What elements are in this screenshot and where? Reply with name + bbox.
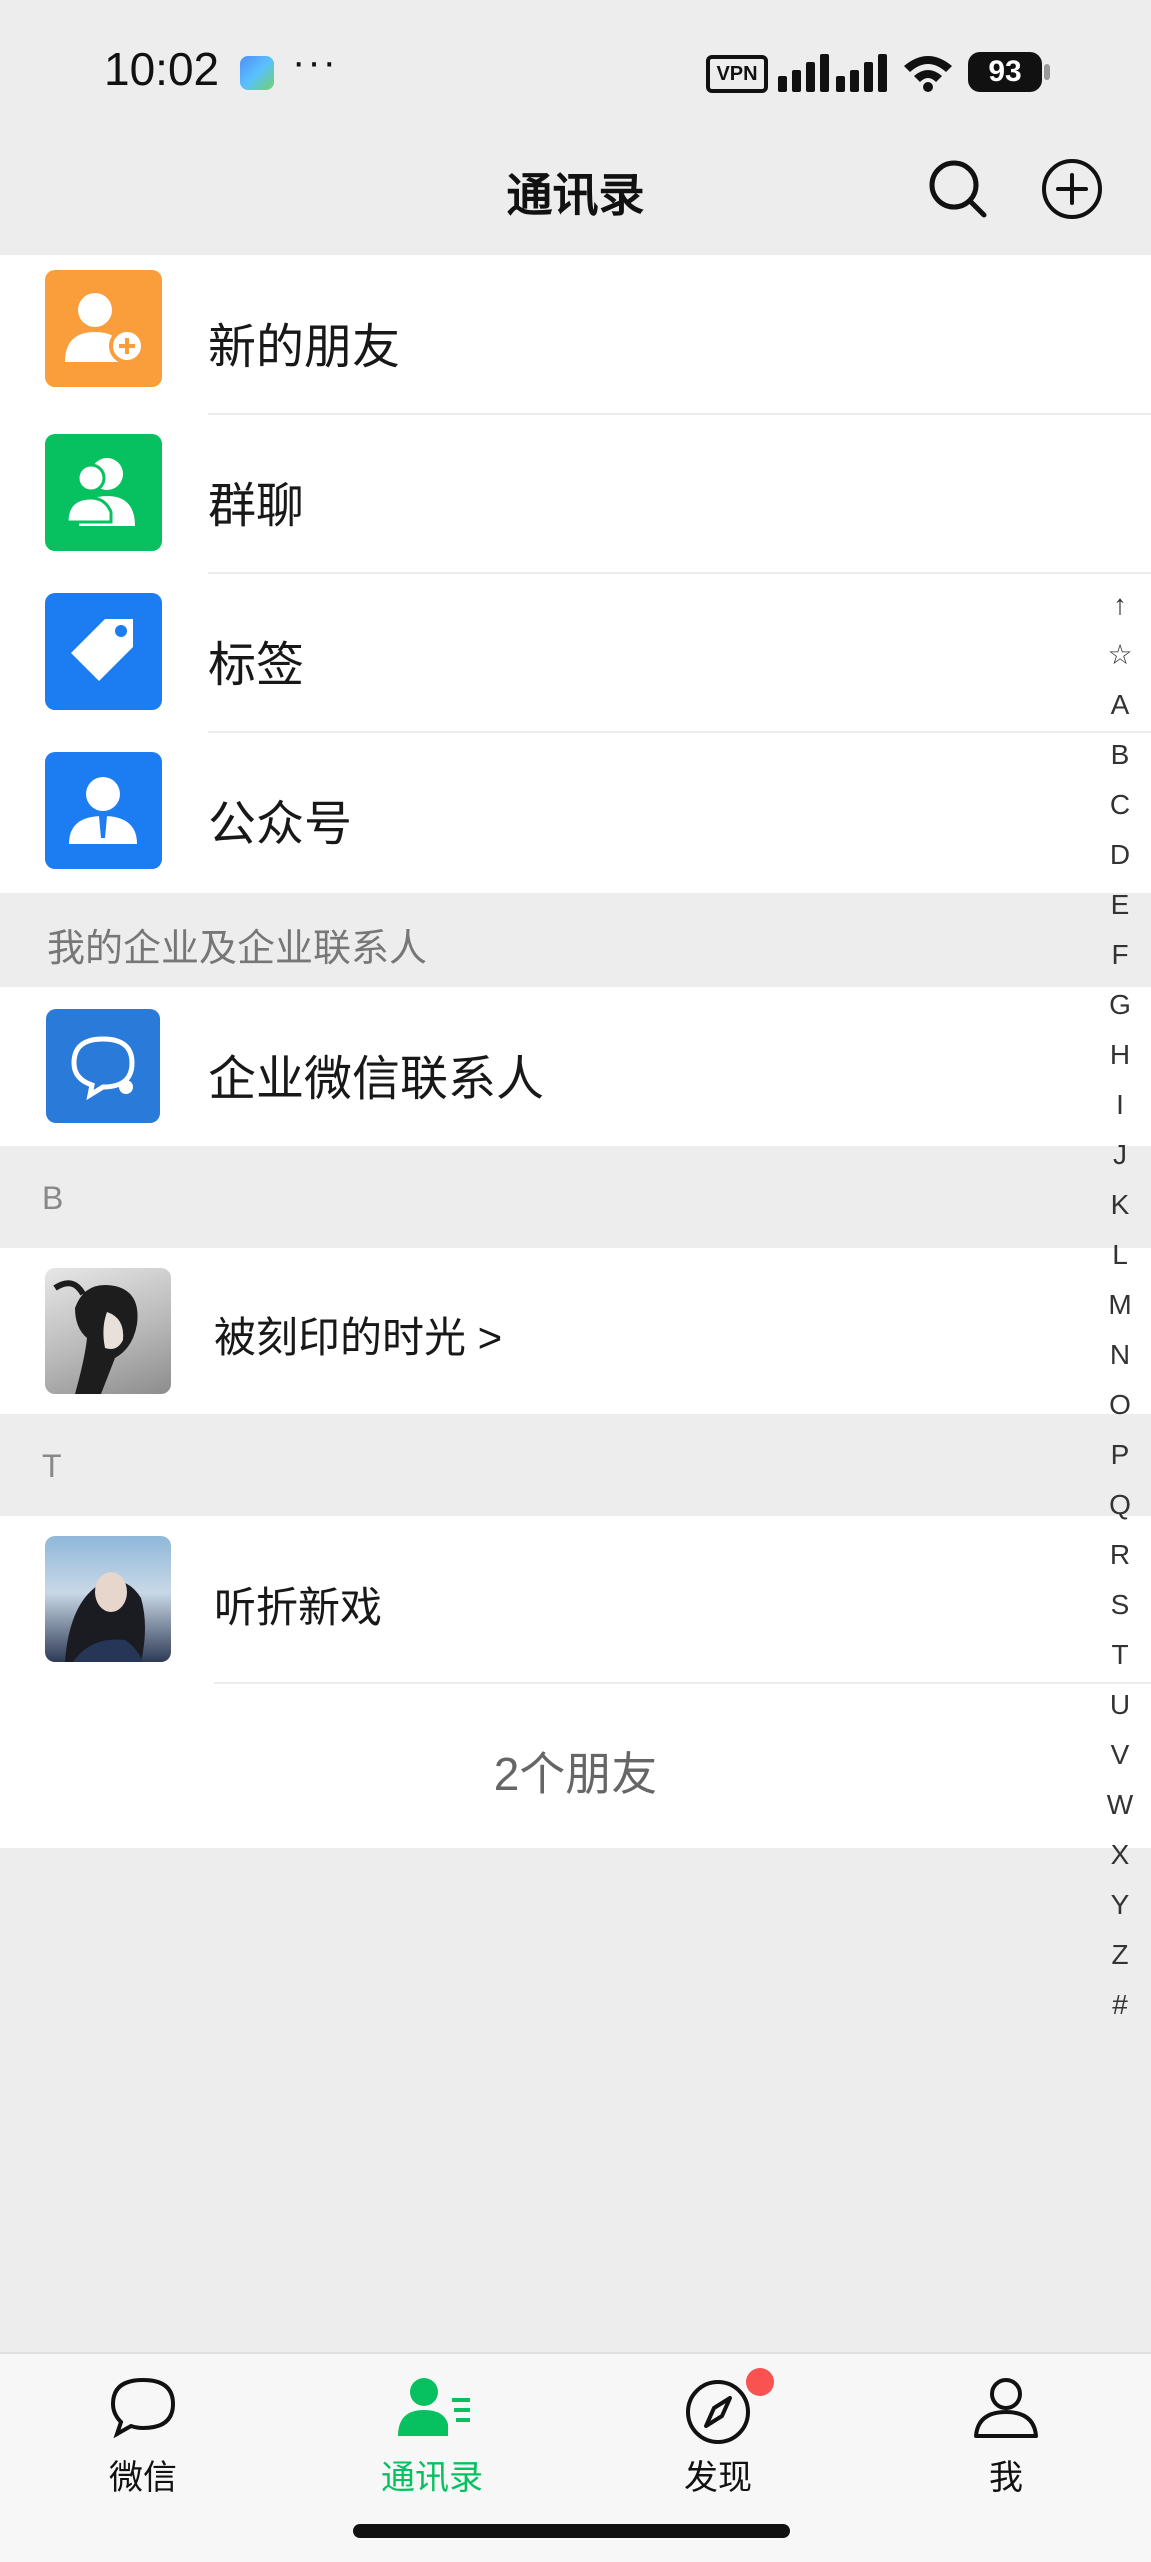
index-letter[interactable]: ☆ bbox=[1100, 630, 1140, 680]
index-letter[interactable]: E bbox=[1100, 880, 1140, 930]
index-letter[interactable]: T bbox=[1100, 1630, 1140, 1680]
status-bar: 10:02 ··· VPN 93 bbox=[0, 0, 1151, 135]
nav-bar: 通讯录 bbox=[0, 135, 1151, 255]
group-chat-row[interactable]: 群聊 bbox=[0, 414, 1151, 574]
signal-icon bbox=[778, 54, 887, 92]
index-letter[interactable]: # bbox=[1100, 1980, 1140, 2030]
group-chat-label: 群聊 bbox=[208, 480, 305, 533]
friend-count: 2个朋友 bbox=[493, 1748, 658, 1800]
new-friend-icon bbox=[45, 270, 162, 387]
index-letter[interactable]: X bbox=[1100, 1830, 1140, 1880]
index-letter[interactable]: D bbox=[1100, 830, 1140, 880]
profile-icon bbox=[974, 2378, 1038, 2438]
contact-name: 被刻印的时光 > bbox=[214, 1314, 503, 1361]
index-letter[interactable]: ↑ bbox=[1100, 580, 1140, 630]
app-notification-icon bbox=[240, 56, 274, 90]
contact-row[interactable]: 听折新戏 bbox=[0, 1516, 1151, 1684]
index-letter[interactable]: M bbox=[1100, 1280, 1140, 1330]
index-letter[interactable]: W bbox=[1100, 1780, 1140, 1830]
contact-section-b: 被刻印的时光 > bbox=[0, 1248, 1151, 1414]
group-letter: T bbox=[42, 1448, 62, 1484]
tags-label: 标签 bbox=[208, 639, 305, 692]
chat-bubble-icon bbox=[110, 2377, 176, 2439]
index-letter[interactable]: H bbox=[1100, 1030, 1140, 1080]
wecom-contacts-label: 企业微信联系人 bbox=[208, 1053, 545, 1106]
avatar bbox=[45, 1268, 171, 1394]
home-indicator bbox=[353, 2524, 790, 2538]
tab-chats[interactable]: 微信 bbox=[53, 2354, 233, 2524]
tab-label: 发现 bbox=[684, 2459, 752, 2497]
official-accounts-label: 公众号 bbox=[208, 798, 353, 851]
tags-row[interactable]: 标签 bbox=[0, 573, 1151, 733]
contact-name: 听折新戏 bbox=[214, 1584, 383, 1631]
tab-label: 我 bbox=[989, 2459, 1023, 2497]
index-letter[interactable]: J bbox=[1100, 1130, 1140, 1180]
wifi-icon bbox=[904, 56, 952, 92]
vpn-icon: VPN bbox=[706, 55, 768, 93]
contact-row[interactable]: 被刻印的时光 > bbox=[0, 1248, 1151, 1414]
group-header-t: T bbox=[0, 1414, 1151, 1516]
index-letter[interactable]: O bbox=[1100, 1380, 1140, 1430]
index-letter[interactable]: C bbox=[1100, 780, 1140, 830]
index-letter[interactable]: L bbox=[1100, 1230, 1140, 1280]
tab-label: 通讯录 bbox=[381, 2459, 483, 2497]
official-account-icon bbox=[45, 752, 162, 869]
alphabet-index[interactable]: ↑ ☆ A B C D E F G H I J K L M N O P Q R S T U V W X Y Z # bbox=[1100, 580, 1140, 2030]
index-letter[interactable]: Y bbox=[1100, 1880, 1140, 1930]
index-letter[interactable]: G bbox=[1100, 980, 1140, 1030]
index-letter[interactable]: R bbox=[1100, 1530, 1140, 1580]
enterprise-section: 企业微信联系人 bbox=[0, 987, 1151, 1146]
add-icon[interactable] bbox=[1040, 157, 1104, 221]
enterprise-section-header: 我的企业及企业联系人 bbox=[0, 893, 1151, 987]
new-friends-row[interactable]: 新的朋友 bbox=[0, 255, 1151, 415]
contact-section-t: 听折新戏 2个朋友 bbox=[0, 1516, 1151, 1848]
avatar bbox=[45, 1536, 171, 1662]
tab-me[interactable]: 我 bbox=[916, 2354, 1096, 2524]
new-friends-label: 新的朋友 bbox=[208, 321, 401, 374]
index-letter[interactable]: A bbox=[1100, 680, 1140, 730]
index-letter[interactable]: Q bbox=[1100, 1480, 1140, 1530]
tab-label: 微信 bbox=[109, 2459, 177, 2497]
index-letter[interactable]: K bbox=[1100, 1180, 1140, 1230]
index-letter[interactable]: Z bbox=[1100, 1930, 1140, 1980]
index-letter[interactable]: F bbox=[1100, 930, 1140, 980]
discover-badge bbox=[746, 2368, 774, 2396]
group-chat-icon bbox=[45, 434, 162, 551]
index-letter[interactable]: B bbox=[1100, 730, 1140, 780]
wecom-contacts-row[interactable]: 企业微信联系人 bbox=[0, 987, 1151, 1146]
search-icon[interactable] bbox=[926, 157, 990, 221]
index-letter[interactable]: I bbox=[1100, 1080, 1140, 1130]
wecom-contact-icon bbox=[46, 1009, 160, 1123]
index-letter[interactable]: P bbox=[1100, 1430, 1140, 1480]
enterprise-header-text: 我的企业及企业联系人 bbox=[47, 928, 428, 970]
battery-tip bbox=[1044, 64, 1050, 80]
index-letter[interactable]: U bbox=[1100, 1680, 1140, 1730]
group-letter: B bbox=[42, 1180, 64, 1216]
tab-discover[interactable]: 发现 bbox=[628, 2354, 808, 2524]
official-accounts-row[interactable]: 公众号 bbox=[0, 732, 1151, 891]
compass-icon bbox=[686, 2380, 750, 2444]
status-time: 10:02 bbox=[104, 43, 220, 95]
index-letter[interactable]: S bbox=[1100, 1580, 1140, 1630]
contacts-icon bbox=[398, 2378, 470, 2436]
tag-icon bbox=[45, 593, 162, 710]
battery-icon: 93 bbox=[968, 52, 1042, 92]
status-more-indicator: ··· bbox=[292, 40, 338, 84]
divider bbox=[214, 1682, 1151, 1684]
menu-section: 新的朋友 群聊 标签 公众号 bbox=[0, 255, 1151, 893]
tab-contacts[interactable]: 通讯录 bbox=[342, 2354, 522, 2524]
group-header-b: B bbox=[0, 1146, 1151, 1248]
index-letter[interactable]: V bbox=[1100, 1730, 1140, 1780]
index-letter[interactable]: N bbox=[1100, 1330, 1140, 1380]
